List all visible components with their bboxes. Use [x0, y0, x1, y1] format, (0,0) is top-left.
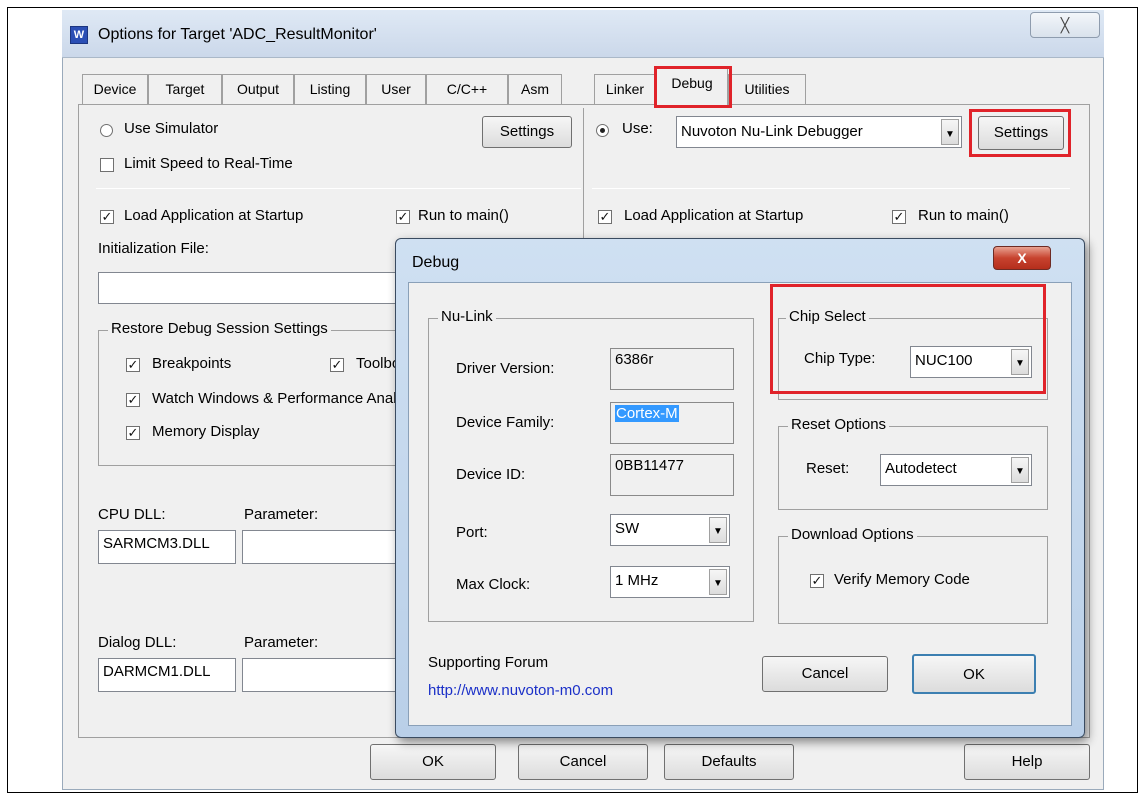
port-select[interactable]: SW ▼ — [610, 514, 730, 546]
memory-display-label: Memory Display — [152, 423, 260, 440]
device-family-field: Cortex-M — [610, 402, 734, 444]
use-simulator-radio[interactable] — [100, 124, 113, 137]
use-debugger-radio[interactable] — [596, 124, 609, 137]
driver-version-field: 6386r — [610, 348, 734, 390]
tab-linker[interactable]: Linker — [594, 74, 656, 104]
dialog-parameter-field[interactable] — [242, 658, 398, 692]
run-to-main-label-right: Run to main() — [918, 207, 1009, 224]
ok-button[interactable]: OK — [370, 744, 496, 780]
device-family-value: Cortex-M — [615, 405, 679, 422]
forum-link[interactable]: http://www.nuvoton-m0.com — [428, 682, 613, 699]
device-family-label: Device Family: — [456, 414, 555, 431]
load-app-label-right: Load Application at Startup — [624, 207, 804, 224]
cpu-parameter-field[interactable] — [242, 530, 398, 564]
debugger-select-value: Nuvoton Nu-Link Debugger — [681, 123, 863, 140]
init-file-input-left[interactable] — [98, 272, 398, 304]
tab-c-cpp[interactable]: C/C++ — [426, 74, 508, 104]
tab-output[interactable]: Output — [222, 74, 294, 104]
tab-asm[interactable]: Asm — [508, 74, 562, 104]
run-to-main-checkbox-right[interactable]: ✓ — [892, 210, 906, 224]
breakpoints-label: Breakpoints — [152, 355, 232, 372]
uvision-app-icon: W — [70, 26, 88, 44]
dialog-dll-label: Dialog DLL: — [98, 634, 177, 651]
dialog-dll-field[interactable]: DARMCM1.DLL — [98, 658, 236, 692]
reset-label: Reset: — [806, 460, 850, 477]
chip-select-highlight — [770, 284, 1046, 394]
load-app-checkbox-left[interactable]: ✓ — [100, 210, 114, 224]
init-file-label-left: Initialization File: — [98, 240, 209, 257]
cpu-dll-field[interactable]: SARMCM3.DLL — [98, 530, 236, 564]
verify-memory-label: Verify Memory Code — [834, 571, 970, 588]
limit-speed-label: Limit Speed to Real-Time — [124, 155, 293, 172]
port-select-value: SW — [615, 520, 640, 537]
simulator-settings-button[interactable]: Settings — [482, 116, 572, 148]
toolbox-label: Toolbox — [356, 355, 396, 372]
help-button[interactable]: Help — [964, 744, 1090, 780]
limit-speed-checkbox[interactable] — [100, 158, 114, 172]
max-clock-select-value: 1 MHz — [615, 572, 659, 589]
memory-display-checkbox[interactable]: ✓ — [126, 426, 140, 440]
breakpoints-checkbox[interactable]: ✓ — [126, 358, 140, 372]
load-app-checkbox-right[interactable]: ✓ — [598, 210, 612, 224]
watch-windows-checkbox[interactable]: ✓ — [126, 393, 140, 407]
chevron-down-icon: ▼ — [941, 119, 959, 145]
debugger-select[interactable]: Nuvoton Nu-Link Debugger ▼ — [676, 116, 962, 148]
tab-utilities[interactable]: Utilities — [728, 74, 806, 104]
download-options-legend: Download Options — [788, 526, 917, 543]
cpu-dll-label: CPU DLL: — [98, 506, 166, 523]
run-to-main-label-left: Run to main() — [418, 207, 509, 224]
debug-dialog-close-button[interactable]: X — [993, 246, 1051, 270]
debug-dialog-title: Debug — [412, 254, 460, 271]
use-simulator-label: Use Simulator — [124, 120, 219, 137]
tab-device[interactable]: Device — [82, 74, 148, 104]
device-id-label: Device ID: — [456, 466, 526, 483]
max-clock-select[interactable]: 1 MHz ▼ — [610, 566, 730, 598]
watch-windows-label: Watch Windows & Performance Analyzer — [152, 390, 396, 407]
tab-user[interactable]: User — [366, 74, 426, 104]
left-separator — [96, 188, 581, 189]
window-close-button[interactable]: ╳ — [1030, 12, 1100, 38]
device-id-field: 0BB11477 — [610, 454, 734, 496]
debug-ok-button[interactable]: OK — [912, 654, 1036, 694]
toolbox-checkbox[interactable]: ✓ — [330, 358, 344, 372]
use-label: Use: — [622, 120, 653, 137]
reset-options-legend: Reset Options — [788, 416, 890, 433]
defaults-button[interactable]: Defaults — [664, 744, 794, 780]
cpu-parameter-label: Parameter: — [244, 506, 319, 523]
window-title: Options for Target 'ADC_ResultMonitor' — [98, 26, 377, 43]
settings-highlight — [969, 109, 1071, 157]
debug-tab-highlight — [654, 66, 732, 108]
chevron-down-icon: ▼ — [709, 517, 727, 543]
chevron-down-icon: ▼ — [1011, 457, 1029, 483]
run-to-main-checkbox-left[interactable]: ✓ — [396, 210, 410, 224]
supporting-forum-label: Supporting Forum — [428, 654, 549, 671]
right-separator — [592, 188, 1070, 189]
tab-target[interactable]: Target — [148, 74, 222, 104]
driver-version-label: Driver Version: — [456, 360, 555, 377]
cancel-button[interactable]: Cancel — [518, 744, 648, 780]
reset-select[interactable]: Autodetect ▼ — [880, 454, 1032, 486]
tab-listing[interactable]: Listing — [294, 74, 366, 104]
load-app-label-left: Load Application at Startup — [124, 207, 304, 224]
reset-select-value: Autodetect — [885, 460, 957, 477]
dialog-parameter-label: Parameter: — [244, 634, 319, 651]
max-clock-label: Max Clock: — [456, 576, 531, 593]
debug-cancel-button[interactable]: Cancel — [762, 656, 888, 692]
restore-session-legend: Restore Debug Session Settings — [108, 320, 331, 337]
verify-memory-checkbox[interactable]: ✓ — [810, 574, 824, 588]
nulink-legend: Nu-Link — [438, 308, 496, 325]
chevron-down-icon: ▼ — [709, 569, 727, 595]
port-label: Port: — [456, 524, 488, 541]
